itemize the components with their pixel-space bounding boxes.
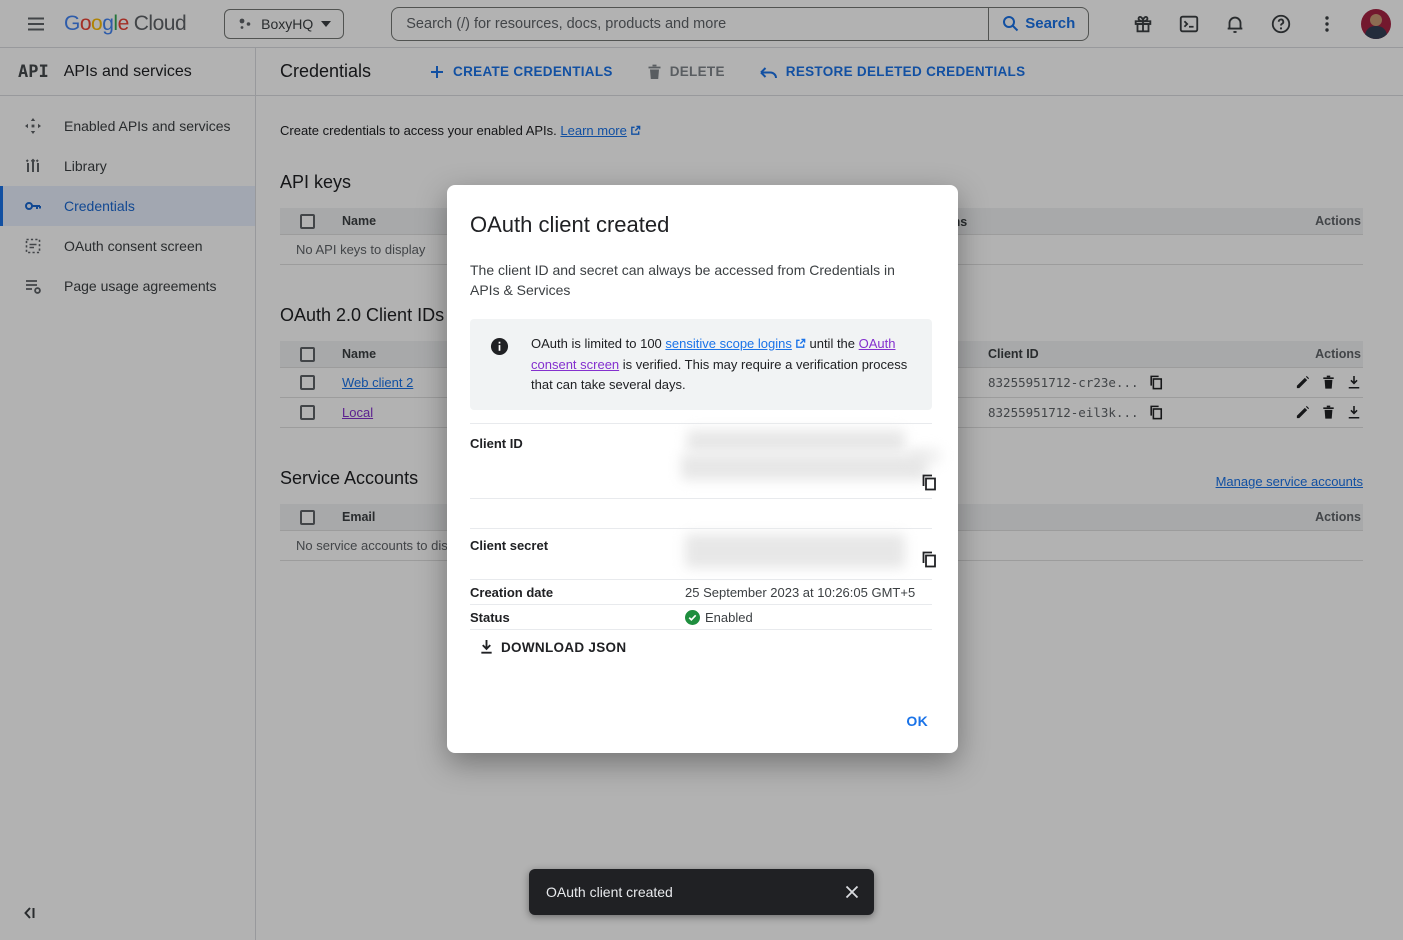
client-secret-label: Client secret [470, 529, 685, 579]
client-id-label: Client ID [470, 424, 685, 498]
creation-date-label: Creation date [470, 585, 685, 600]
close-icon[interactable] [844, 884, 860, 900]
check-circle-icon [685, 610, 700, 625]
toast-notification: OAuth client created [529, 869, 874, 915]
creation-date-value: 25 September 2023 at 10:26:05 GMT+5 [685, 585, 932, 600]
copy-icon[interactable] [921, 474, 937, 494]
copy-icon[interactable] [921, 551, 937, 571]
notice-mid: until the [806, 336, 859, 351]
info-icon [490, 337, 509, 395]
sensitive-scope-logins-link[interactable]: sensitive scope logins [665, 336, 791, 351]
notice-text: OAuth is limited to 100 sensitive scope … [531, 334, 914, 395]
client-id-redacted [909, 448, 941, 464]
client-id-redacted [681, 454, 927, 480]
status-value: Enabled [705, 610, 753, 625]
ok-button[interactable]: OK [894, 705, 940, 737]
toast-message: OAuth client created [546, 884, 844, 900]
download-json-button[interactable]: DOWNLOAD JSON [479, 639, 626, 655]
dialog-title: OAuth client created [470, 212, 932, 238]
notice-pre: OAuth is limited to 100 [531, 336, 665, 351]
oauth-limit-notice: OAuth is limited to 100 sensitive scope … [470, 319, 932, 410]
oauth-client-created-dialog: OAuth client created The client ID and s… [447, 185, 958, 753]
download-json-label: DOWNLOAD JSON [501, 640, 626, 655]
client-id-redacted [687, 430, 905, 452]
external-link-icon [795, 335, 806, 355]
status-label: Status [470, 610, 685, 625]
download-icon [479, 639, 494, 655]
client-secret-redacted [685, 534, 905, 568]
dialog-subtitle: The client ID and secret can always be a… [470, 260, 920, 300]
